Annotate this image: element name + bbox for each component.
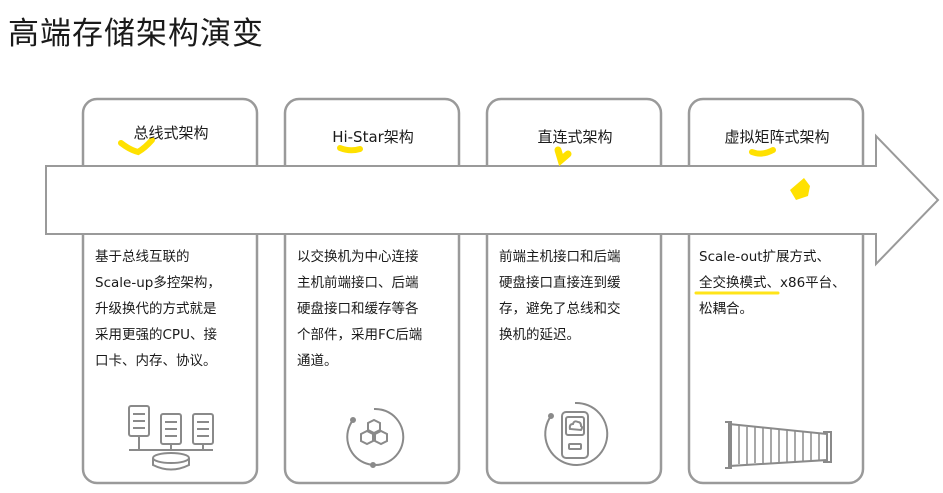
stage-card-bus: 总线式架构 基于总线互联的 Scale-up多控架构， 升级换代的方式就是 采用… <box>83 98 259 484</box>
stage-description: 前端主机接口和后端 硬盘接口直接连到缓 存，避免了总线和交 换机的延迟。 <box>499 244 651 348</box>
stage-description: Scale-out扩展方式、 全交换模式、x86平台、 松耦合。 <box>699 244 851 322</box>
stage-description: 基于总线互联的 Scale-up多控架构， 升级换代的方式就是 采用更强的CPU… <box>95 244 247 374</box>
desc-line: 升级换代的方式就是 <box>95 301 217 317</box>
stage-title: 直连式架构 <box>537 128 613 146</box>
desc-line: 基于总线互联的 <box>95 249 190 265</box>
stage-description: 以交换机为中心连接 主机前端接口、后端 硬盘接口和缓存等各 个部件，采用FC后端… <box>297 244 449 374</box>
stage-card-virtual-matrix: 虚拟矩阵式架构 Scale-out扩展方式、 全交换模式、x86平台、 松耦合。 <box>689 98 865 484</box>
desc-line: 前端主机接口和后端 <box>499 249 621 265</box>
stage-title: 虚拟矩阵式架构 <box>724 128 830 146</box>
storage-device-icon <box>544 401 609 466</box>
desc-line: 口卡、内存、协议。 <box>95 353 217 369</box>
stage-card-direct: 直连式架构 前端主机接口和后端 硬盘接口直接连到缓 存，避免了总线和交 换机的延… <box>487 98 663 484</box>
stage-card-hi-star: Hi-Star架构 以交换机为中心连接 主机前端接口、后端 硬盘接口和缓存等各 … <box>285 98 461 484</box>
desc-line: 全交换模式、x86平台、 <box>699 275 846 291</box>
storage-array-icon <box>725 421 832 469</box>
desc-line: 换机的延迟。 <box>499 327 580 343</box>
desc-line: Scale-out扩展方式、 <box>699 249 831 265</box>
desc-line: 硬盘接口和缓存等各 <box>297 301 419 317</box>
desc-line: 个部件，采用FC后端 <box>297 327 423 343</box>
desc-line: 存，避免了总线和交 <box>499 301 621 317</box>
desc-line: 松耦合。 <box>699 301 753 317</box>
desc-line: 主机前端接口、后端 <box>297 275 419 291</box>
desc-line: 以交换机为中心连接 <box>297 249 419 265</box>
desc-line: Scale-up多控架构， <box>95 275 221 291</box>
stage-title: 总线式架构 <box>133 124 209 142</box>
hexagon-cluster-icon <box>346 407 405 468</box>
stage-title: Hi-Star架构 <box>332 128 414 146</box>
desc-line: 通道。 <box>297 353 338 369</box>
server-rack-icon <box>128 405 214 471</box>
desc-line: 硬盘接口直接连到缓 <box>499 275 621 291</box>
desc-line: 采用更强的CPU、接 <box>95 327 217 343</box>
